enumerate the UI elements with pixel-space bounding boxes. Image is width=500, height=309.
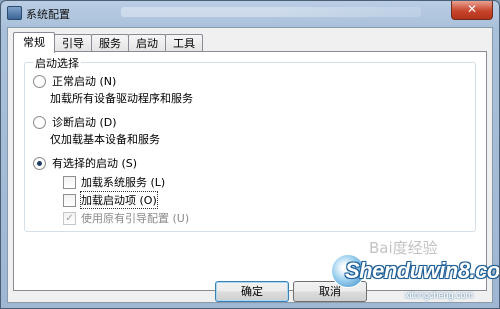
normal-startup-label: 正常启动 (N) xyxy=(52,75,117,88)
diagnostic-startup-description: 仅加载基本设备和服务 xyxy=(50,133,160,146)
blurred-background-strip xyxy=(121,7,421,17)
startup-selection-group: 启动选择 正常启动 (N) 加载所有设备驱动程序和服务 诊断启动 (D) 仅加载… xyxy=(24,55,476,232)
site-watermark-logo: Shenduwin8.com xyxy=(345,258,500,283)
use-original-boot-config-checkbox: ✓ xyxy=(63,211,76,225)
diagnostic-startup-radio[interactable] xyxy=(33,115,46,129)
ok-button[interactable]: 确定 xyxy=(215,281,289,302)
normal-startup-radio[interactable] xyxy=(33,74,46,88)
app-icon xyxy=(7,6,22,20)
load-system-services-row[interactable]: 加载系统服务 (L) xyxy=(63,174,165,190)
close-button[interactable]: ✕ xyxy=(451,1,493,20)
system-config-window: 系统配置 ✕ 常规 引导 服务 启动 工具 启动选择 正常启动 (N) 加载所有… xyxy=(0,0,500,309)
site-watermark-sublogo: xitongcheng.com xyxy=(405,290,474,300)
selective-startup-radio[interactable] xyxy=(33,156,46,170)
check-icon: ✓ xyxy=(65,212,74,224)
group-title: 启动选择 xyxy=(33,55,81,71)
tab-bar: 常规 引导 服务 启动 工具 xyxy=(13,32,203,53)
tab-services[interactable]: 服务 xyxy=(91,34,129,52)
diagnostic-startup-radio-row[interactable]: 诊断启动 (D) xyxy=(33,114,117,130)
normal-startup-radio-row[interactable]: 正常启动 (N) xyxy=(33,73,116,89)
load-startup-items-label: 加载启动项 (O) xyxy=(80,191,158,209)
baidu-watermark-logo: Bai度经验 xyxy=(369,239,438,257)
tab-tools[interactable]: 工具 xyxy=(165,34,203,52)
close-icon: ✕ xyxy=(466,2,478,16)
use-original-boot-config-row: ✓ 使用原有引导配置 (U) xyxy=(63,210,189,226)
tab-startup[interactable]: 启动 xyxy=(128,34,166,52)
normal-startup-description: 加载所有设备驱动程序和服务 xyxy=(50,92,193,105)
use-original-boot-config-label: 使用原有引导配置 (U) xyxy=(81,212,190,225)
load-startup-items-checkbox[interactable] xyxy=(63,193,76,207)
title-bar[interactable]: 系统配置 ✕ xyxy=(1,1,499,25)
load-system-services-label: 加载系统服务 (L) xyxy=(81,176,166,189)
load-startup-items-row[interactable]: 加载启动项 (O) xyxy=(63,191,158,209)
window-title: 系统配置 xyxy=(26,8,70,21)
tab-general[interactable]: 常规 xyxy=(13,32,55,53)
tab-boot[interactable]: 引导 xyxy=(54,34,92,52)
selective-startup-label: 有选择的启动 (S) xyxy=(52,157,138,170)
diagnostic-startup-label: 诊断启动 (D) xyxy=(52,116,117,129)
selective-startup-radio-row[interactable]: 有选择的启动 (S) xyxy=(33,155,137,171)
load-system-services-checkbox[interactable] xyxy=(63,175,76,189)
